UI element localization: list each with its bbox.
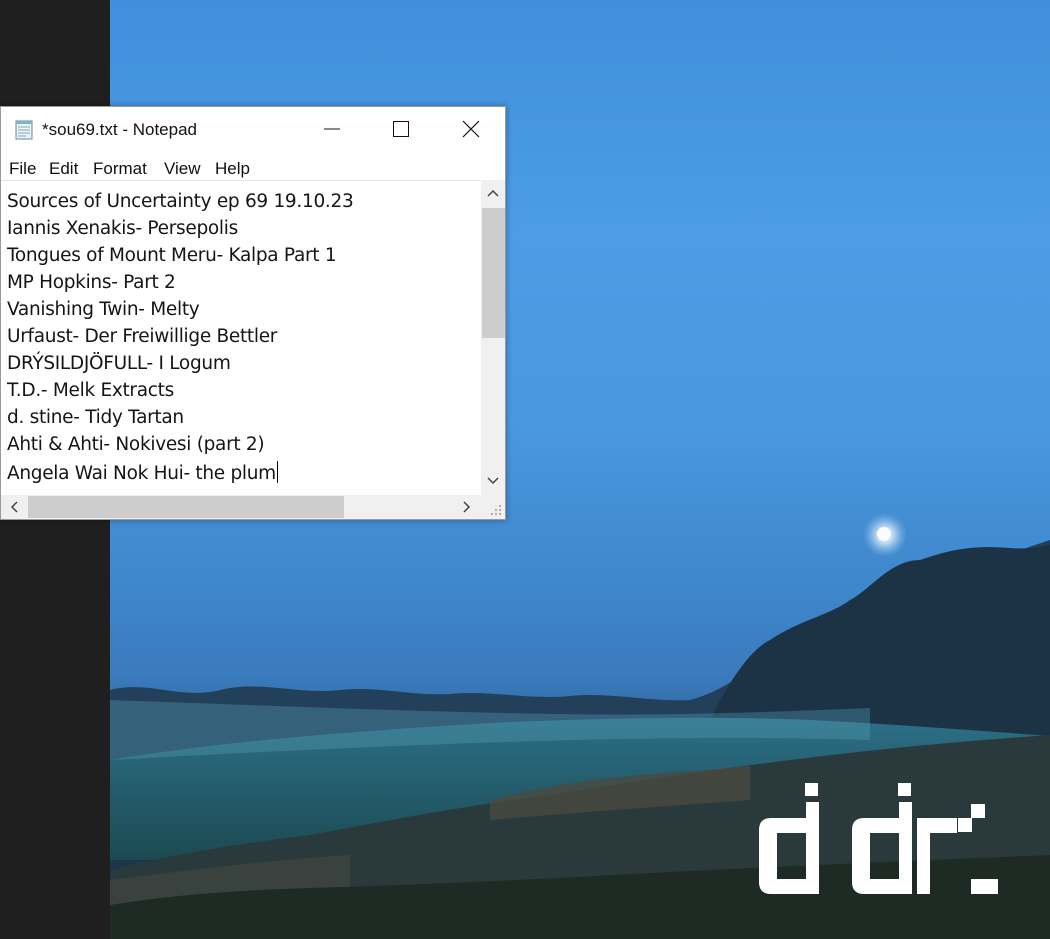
minimize-button[interactable] [297, 107, 367, 151]
minimize-icon [324, 128, 340, 130]
vertical-scrollbar[interactable] [481, 180, 505, 495]
window-title: *sou69.txt - Notepad [42, 120, 197, 139]
close-icon [462, 120, 480, 138]
text-line: T.D.- Melk Extracts [7, 380, 174, 401]
vertical-scroll-thumb[interactable] [482, 208, 505, 338]
text-line: DRÝSILDJÖFULL- I Logum [7, 353, 231, 374]
text-line: Tongues of Mount Meru- Kalpa Part 1 [7, 245, 337, 266]
text-caret [276, 461, 278, 483]
menu-edit[interactable]: Edit [49, 159, 78, 179]
text-line-content: Angela Wai Nok Hui- the plum [7, 463, 276, 484]
text-line: Sources of Uncertainty ep 69 19.10.23 [7, 191, 354, 212]
scroll-down-arrow-icon[interactable] [487, 476, 499, 486]
close-button[interactable] [436, 107, 506, 151]
text-line: d. stine- Tidy Tartan [7, 407, 184, 428]
menu-file[interactable]: File [9, 159, 36, 179]
menu-bar: File Edit Format View Help [1, 151, 505, 179]
text-line: Urfaust- Der Freiwillige Bettler [7, 326, 278, 347]
maximize-button[interactable] [366, 107, 436, 151]
maximize-icon [393, 121, 409, 137]
text-line: MP Hopkins- Part 2 [7, 272, 176, 293]
text-line: Ahti & Ahti- Nokivesi (part 2) [7, 434, 265, 455]
notepad-window[interactable]: *sou69.txt - Notepad File Edit Format Vi… [0, 106, 506, 520]
text-editor-area[interactable]: Sources of Uncertainty ep 69 19.10.23 Ia… [1, 180, 481, 496]
title-bar[interactable]: *sou69.txt - Notepad [1, 107, 505, 151]
text-line-last: Angela Wai Nok Hui- the plum [7, 461, 278, 484]
scroll-right-arrow-icon[interactable] [462, 501, 472, 513]
resize-grip[interactable] [481, 495, 505, 519]
notepad-icon [15, 120, 33, 140]
scroll-left-arrow-icon[interactable] [9, 501, 19, 513]
scroll-up-arrow-icon[interactable] [487, 188, 499, 198]
menu-view[interactable]: View [164, 159, 201, 179]
horizontal-scroll-thumb[interactable] [28, 496, 344, 518]
menu-format[interactable]: Format [93, 159, 147, 179]
menu-help[interactable]: Help [215, 159, 250, 179]
text-line: Iannis Xenakis- Persepolis [7, 218, 238, 239]
horizontal-scrollbar[interactable] [1, 495, 481, 519]
text-line: Vanishing Twin- Melty [7, 299, 200, 320]
resize-grip-icon [491, 505, 501, 515]
